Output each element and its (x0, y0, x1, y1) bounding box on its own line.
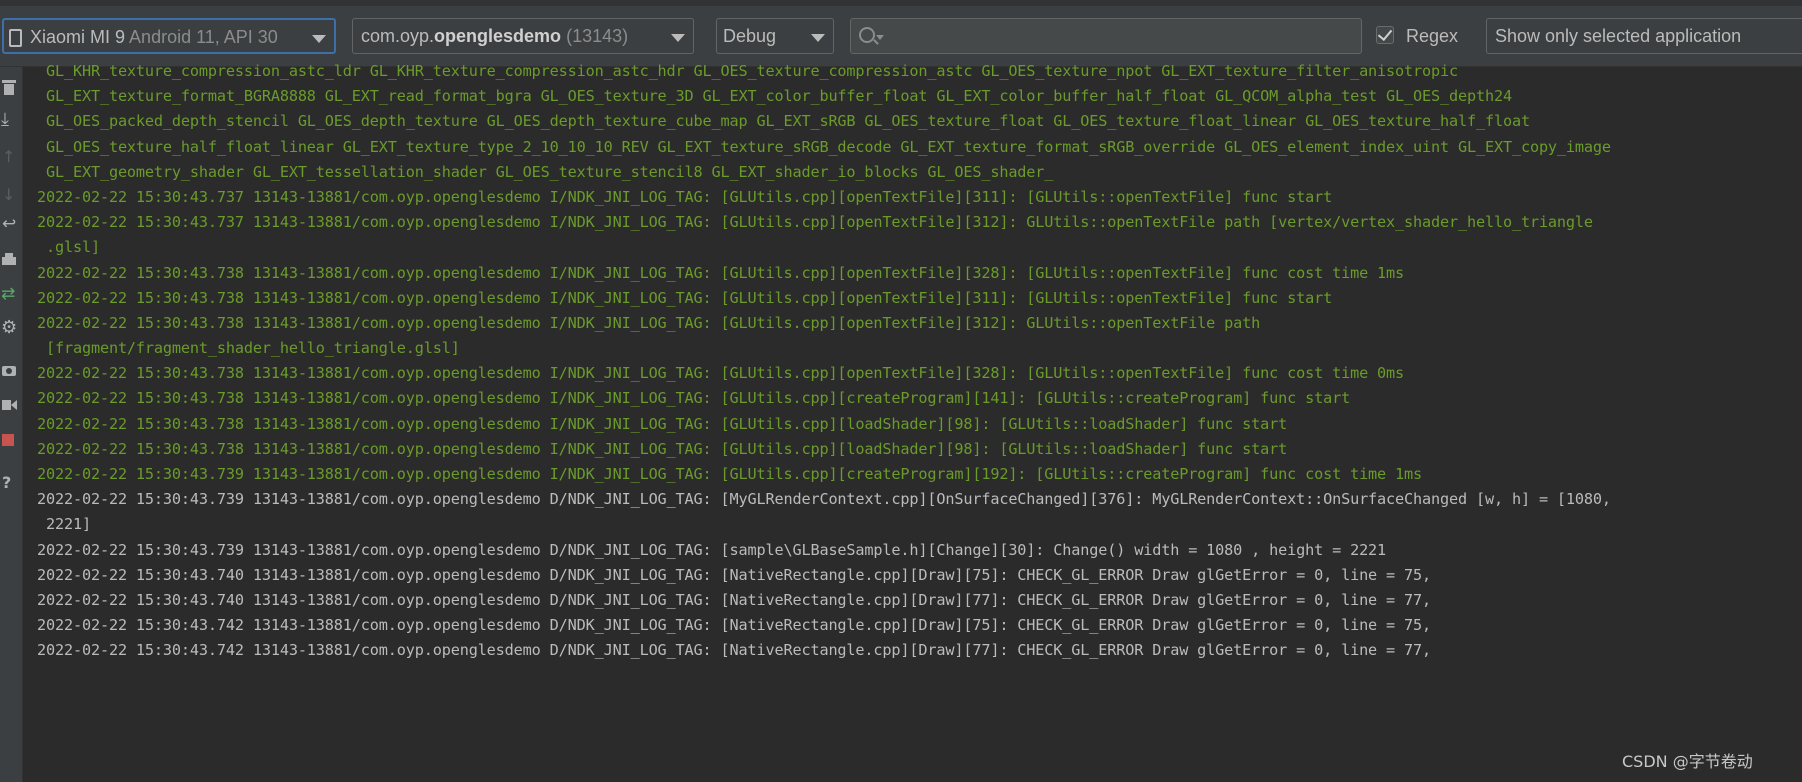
log-line: 2221] (37, 515, 91, 534)
process-pid: (13143) (566, 26, 629, 46)
regex-label: Regex (1406, 26, 1459, 46)
up-arrow-icon[interactable]: ↑ (2, 147, 18, 166)
log-line: 2022-02-22 15:30:43.738 13143-13881/com.… (37, 439, 1288, 458)
logcat-output[interactable]: GL_KHR_texture_compression_astc_ldr GL_K… (37, 59, 1802, 664)
print-icon[interactable] (2, 253, 18, 269)
filter-selector[interactable]: Show only selected application (1486, 18, 1802, 54)
regex-checkbox[interactable] (1376, 25, 1394, 44)
logcat-side-toolbar: ↑ ↓ ? (0, 67, 23, 782)
chevron-down-icon (312, 35, 326, 43)
log-line: GL_OES_texture_half_float_linear GL_EXT_… (37, 137, 1611, 156)
process-name: openglesdemo (434, 26, 562, 46)
device-selector[interactable]: Xiaomi MI 9 Android 11, API 30 (2, 18, 336, 54)
log-level-selector[interactable]: Debug (716, 18, 834, 54)
log-line: 2022-02-22 15:30:43.737 13143-13881/com.… (37, 213, 1593, 232)
trash-icon[interactable] (2, 79, 18, 95)
log-line: 2022-02-22 15:30:43.738 13143-13881/com.… (37, 263, 1405, 282)
log-line: GL_OES_packed_depth_stencil GL_OES_depth… (37, 112, 1530, 131)
log-line: 2022-02-22 15:30:43.739 13143-13881/com.… (37, 465, 1423, 483)
filter-value: Show only selected application (1495, 26, 1742, 46)
screen-capture-icon[interactable] (2, 363, 18, 379)
chevron-down-icon (811, 34, 825, 42)
chevron-down-icon (671, 34, 685, 42)
log-line: 2022-02-22 15:30:43.742 13143-13881/com.… (37, 616, 1432, 635)
log-line: 2022-02-22 15:30:43.738 13143-13881/com.… (37, 313, 1261, 332)
search-icon (859, 27, 875, 43)
log-line: 2022-02-22 15:30:43.738 13143-13881/com.… (37, 288, 1333, 307)
log-line: 2022-02-22 15:30:43.738 13143-13881/com.… (37, 389, 1351, 408)
log-line: 2022-02-22 15:30:43.738 13143-13881/com.… (37, 364, 1405, 383)
scroll-to-end-icon[interactable] (1, 109, 18, 130)
log-line: 2022-02-22 15:30:43.738 13143-13881/com.… (37, 414, 1288, 433)
settings-gear-icon[interactable] (1, 317, 18, 338)
toolbar-top-strip (0, 0, 1802, 6)
log-level-value: Debug (723, 26, 777, 46)
device-name: Xiaomi MI 9 (30, 27, 126, 47)
logcat-toolbar: Xiaomi MI 9 Android 11, API 30 com.oyp.o… (0, 0, 1802, 67)
down-arrow-icon[interactable]: ↓ (2, 185, 18, 204)
help-icon[interactable]: ? (2, 473, 18, 492)
restart-icon[interactable] (1, 284, 18, 304)
process-prefix: com.oyp. (361, 26, 435, 46)
log-line: 2022-02-22 15:30:43.740 13143-13881/com.… (37, 565, 1432, 584)
log-line: 2022-02-22 15:30:43.737 13143-13881/com.… (37, 187, 1333, 206)
log-line: GL_EXT_geometry_shader GL_EXT_tessellati… (37, 162, 1054, 181)
phone-icon (9, 29, 22, 47)
watermark: CSDN @字节卷动 (1622, 752, 1753, 771)
log-line: [fragment/fragment_shader_hello_triangle… (37, 339, 460, 358)
checkmark-icon (1377, 25, 1393, 42)
log-line: 2022-02-22 15:30:43.739 13143-13881/com.… (37, 490, 1611, 509)
search-input[interactable] (850, 18, 1362, 54)
log-line: .glsl] (37, 238, 100, 257)
terminate-icon[interactable] (2, 433, 18, 449)
log-line: 2022-02-22 15:30:43.740 13143-13881/com.… (37, 590, 1432, 609)
log-line: GL_KHR_texture_compression_astc_ldr GL_K… (37, 62, 1458, 80)
process-selector[interactable]: com.oyp.openglesdemo (13143) (352, 18, 694, 54)
screen-record-icon[interactable] (2, 397, 18, 413)
soft-wrap-icon[interactable] (2, 214, 18, 234)
log-line: 2022-02-22 15:30:43.742 13143-13881/com.… (37, 641, 1432, 660)
log-line: 2022-02-22 15:30:43.739 13143-13881/com.… (37, 540, 1387, 559)
search-history-dropdown-icon[interactable] (876, 35, 884, 40)
device-detail: Android 11, API 30 (129, 27, 278, 47)
log-line: GL_EXT_texture_format_BGRA8888 GL_EXT_re… (37, 87, 1512, 106)
